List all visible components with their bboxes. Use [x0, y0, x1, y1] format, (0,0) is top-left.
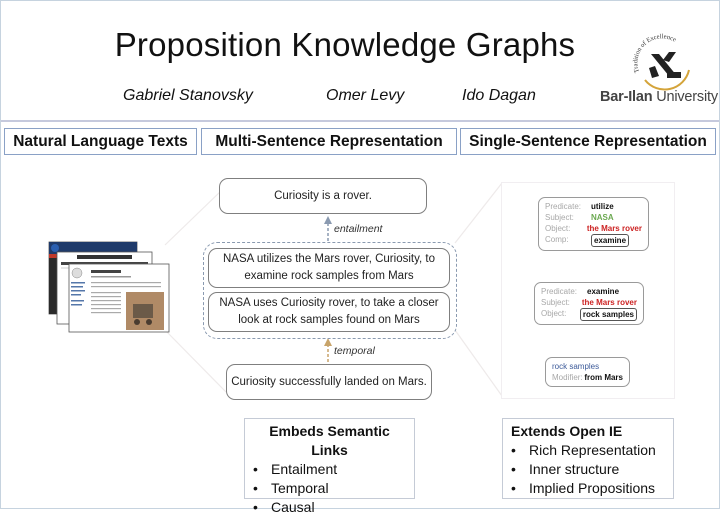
- university-name-bold: Bar-Ilan: [600, 89, 653, 105]
- features-title: Embeds Semantic Links: [269, 423, 390, 458]
- feature-text: Temporal: [271, 480, 329, 496]
- feature-text: Entailment: [271, 461, 338, 477]
- proposition-head: rock samples: [552, 361, 623, 372]
- bullet-icon: •: [253, 499, 258, 515]
- bullet-icon: •: [511, 442, 516, 458]
- feature-item: • Implied Propositions: [511, 479, 665, 498]
- prop-value: from Mars: [584, 373, 623, 382]
- features-multi-sentence: Embeds Semantic Links • Entailment • Tempo…: [244, 418, 415, 515]
- prop-value: utilize: [591, 202, 614, 211]
- prop-value: examine: [587, 287, 620, 296]
- sentence-box: NASA utilizes the Mars rover, Curiosity,…: [208, 248, 450, 288]
- features-list: • Rich Representation • Inner structure • I…: [511, 441, 665, 498]
- section-header-single-sentence: Single-Sentence Representation: [460, 128, 716, 155]
- proposition-row: Predicate: utilize: [545, 201, 642, 212]
- features-list: • Entailment • Temporal • Causal: [253, 460, 406, 517]
- header-divider: [1, 120, 719, 122]
- documents-stack-icon: [48, 241, 170, 333]
- proposition-row: Modifier: from Mars: [552, 372, 623, 383]
- prop-key: Object:: [541, 309, 567, 318]
- proposition-box: rock samples Modifier: from Mars: [545, 357, 630, 387]
- prop-value: NASA: [591, 213, 614, 222]
- proposition-row: Comp: examine: [545, 234, 642, 247]
- proposition-row: Object: the Mars rover: [545, 223, 642, 234]
- feature-text: Implied Propositions: [529, 480, 656, 496]
- proposition-box: Predicate: examine Subject: the Mars rover…: [534, 282, 644, 325]
- author-name: Omer Levy: [326, 87, 405, 104]
- feature-item: • Temporal: [253, 479, 406, 498]
- bullet-icon: •: [511, 461, 516, 477]
- section-header-natural-language: Natural Language Texts: [4, 128, 197, 155]
- section-header-multi-sentence: Multi-Sentence Representation: [201, 128, 457, 155]
- prop-key: Predicate:: [545, 202, 582, 211]
- sentence-box: NASA uses Curiosity rover, to take a clo…: [208, 292, 450, 332]
- bullet-icon: •: [253, 480, 258, 496]
- author-name: Ido Dagan: [462, 87, 536, 104]
- features-single-sentence: Extends Open IE • Rich Representation • In…: [502, 418, 674, 499]
- proposition-row: Subject: NASA: [545, 212, 642, 223]
- sentence-box: Curiosity successfully landed on Mars.: [226, 364, 432, 400]
- features-title: Extends Open IE: [511, 423, 623, 439]
- wikipedia-page: [68, 263, 170, 333]
- edge-label-temporal: temporal: [334, 345, 375, 357]
- feature-item: • Inner structure: [511, 460, 665, 479]
- feature-text: Inner structure: [529, 461, 620, 477]
- slide-title: Proposition Knowledge Graphs: [114, 26, 576, 63]
- bullet-icon: •: [511, 480, 516, 496]
- sentence-box: Curiosity is a rover.: [219, 178, 427, 214]
- feature-item: • Causal: [253, 498, 406, 517]
- author-name: Gabriel Stanovsky: [123, 87, 253, 104]
- feature-item: • Rich Representation: [511, 441, 665, 460]
- proposition-row: Subject: the Mars rover: [541, 297, 637, 308]
- university-name-rest: University: [652, 89, 718, 105]
- prop-key: Modifier:: [552, 373, 583, 382]
- prop-key: Predicate:: [541, 287, 578, 296]
- feature-item: • Entailment: [253, 460, 406, 479]
- edge-label-entailment: entailment: [334, 223, 383, 235]
- proposition-box: Predicate: utilize Subject: NASA Object: th…: [538, 197, 649, 251]
- feature-text: Rich Representation: [529, 442, 656, 458]
- feature-text: Causal: [271, 499, 315, 515]
- prop-value: rock samples: [579, 308, 637, 321]
- prop-key: Object:: [545, 224, 571, 233]
- prop-head-value: rock samples: [552, 362, 600, 371]
- prop-value: the Mars rover: [581, 298, 637, 307]
- proposition-row: Predicate: examine: [541, 286, 637, 297]
- bullet-icon: •: [253, 461, 258, 477]
- prop-key: Comp:: [545, 235, 569, 244]
- university-name: Bar-Ilan University: [600, 89, 718, 105]
- prop-value: examine: [591, 234, 630, 247]
- prop-value: the Mars rover: [586, 224, 642, 233]
- proposition-row: Object: rock samples: [541, 308, 637, 321]
- prop-key: Subject:: [545, 213, 574, 222]
- prop-key: Subject:: [541, 298, 570, 307]
